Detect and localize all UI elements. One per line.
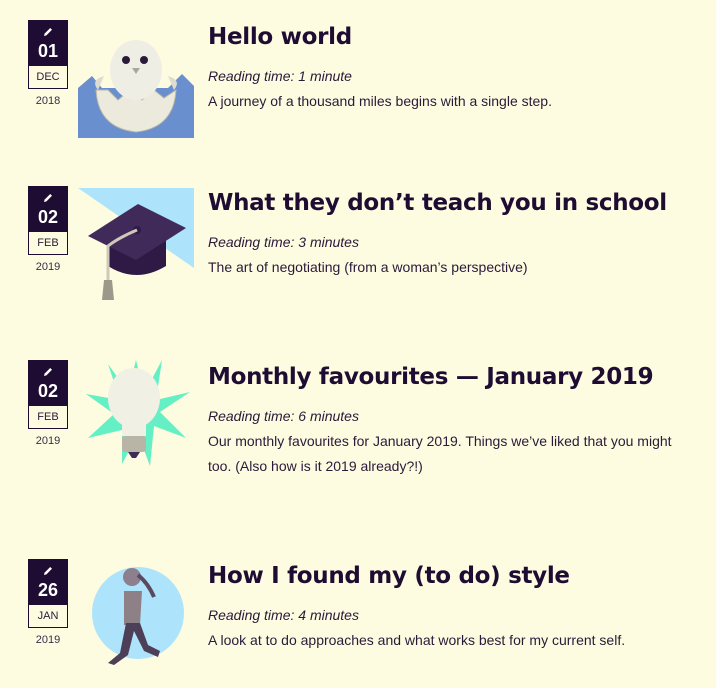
pencil-icon[interactable] [42, 26, 54, 38]
date-day: 01 [37, 41, 59, 61]
date-month: DEC [28, 66, 68, 89]
reading-time: Reading time: 6 minutes [208, 408, 359, 424]
post-title[interactable]: How I found my (to do) style [208, 559, 698, 593]
woman-walking-thumbnail[interactable] [78, 561, 194, 679]
date-year: 2019 [35, 261, 61, 273]
post-title[interactable]: Monthly favourites — January 2019 [208, 360, 698, 394]
graduation-cap-thumbnail[interactable] [78, 188, 194, 306]
date-badge: 02 [28, 360, 68, 406]
post-content: Hello world Reading time: 1 minute A jou… [208, 20, 698, 114]
reading-time: Reading time: 1 minute [208, 68, 352, 84]
pencil-icon[interactable] [42, 366, 54, 378]
hatching-chick-thumbnail[interactable] [78, 20, 194, 138]
post-date: 01 DEC 2018 [28, 20, 68, 107]
date-badge: 26 [28, 559, 68, 605]
post-date: 26 JAN 2019 [28, 559, 68, 646]
post-excerpt: A look at to do approaches and what work… [208, 632, 626, 648]
reading-time: Reading time: 4 minutes [208, 607, 359, 623]
date-month: JAN [28, 605, 68, 628]
post-title[interactable]: Hello world [208, 20, 698, 54]
reading-time: Reading time: 3 minutes [208, 234, 359, 250]
date-year: 2019 [35, 435, 61, 447]
post-excerpt: The art of negotiating (from a woman’s p… [208, 259, 528, 275]
post-content: What they don’t teach you in school Read… [208, 186, 698, 280]
date-badge: 02 [28, 186, 68, 232]
post-title[interactable]: What they don’t teach you in school [208, 186, 698, 220]
pencil-icon[interactable] [42, 565, 54, 577]
date-month: FEB [28, 406, 68, 429]
post-date: 02 FEB 2019 [28, 186, 68, 273]
post-excerpt: Our monthly favourites for January 2019.… [208, 433, 672, 474]
date-month: FEB [28, 232, 68, 255]
post-date: 02 FEB 2019 [28, 360, 68, 447]
date-badge: 01 [28, 20, 68, 66]
date-day: 02 [37, 207, 59, 227]
post-content: How I found my (to do) style Reading tim… [208, 559, 698, 653]
pencil-icon[interactable] [42, 192, 54, 204]
post-content: Monthly favourites — January 2019 Readin… [208, 360, 698, 479]
light-bulb-thumbnail[interactable] [78, 354, 194, 472]
date-year: 2019 [35, 634, 61, 646]
date-year: 2018 [35, 95, 61, 107]
date-day: 02 [37, 381, 59, 401]
date-day: 26 [37, 580, 59, 600]
post-excerpt: A journey of a thousand miles begins wit… [208, 93, 552, 109]
